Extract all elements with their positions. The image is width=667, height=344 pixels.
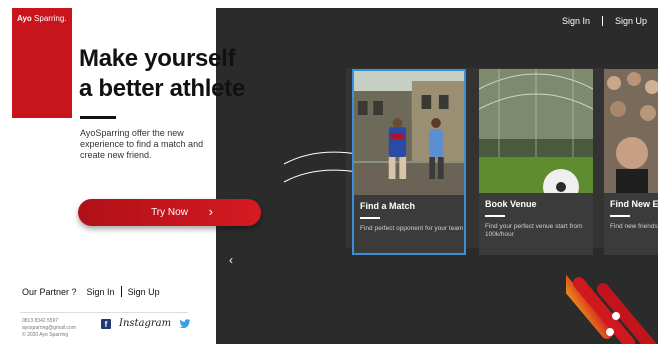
bottom-sign-up-link[interactable]: Sign Up bbox=[128, 287, 160, 297]
card-find-a-match[interactable]: Find a Match Find perfect opponent for y… bbox=[352, 69, 466, 255]
our-partner-link[interactable]: Our Partner ? bbox=[22, 287, 77, 297]
headline-line-1: Make yourself bbox=[79, 45, 236, 72]
headline-line-2: a better athlete bbox=[79, 75, 245, 102]
logo-text: Sparring. bbox=[31, 14, 67, 23]
card-find-new-experience[interactable]: Find New Ex Find new friends, and advent… bbox=[604, 69, 658, 255]
try-now-label: Try Now bbox=[151, 207, 188, 218]
card-book-venue[interactable]: Book Venue Find your perfect venue start… bbox=[479, 69, 593, 255]
find-match-photo bbox=[354, 71, 464, 195]
bottom-nav-separator bbox=[120, 286, 122, 297]
decorative-stripes bbox=[566, 268, 658, 344]
copyright: © 2020 Ayo Sparring bbox=[22, 332, 69, 338]
card-title-bar bbox=[485, 215, 505, 217]
find-new-experience-photo bbox=[604, 69, 658, 193]
chevron-left-icon[interactable]: ‹ bbox=[229, 253, 233, 267]
nav-separator bbox=[601, 16, 603, 26]
top-nav: Sign In Sign Up bbox=[562, 16, 647, 26]
card-title-bar bbox=[360, 217, 380, 219]
headline-divider bbox=[80, 116, 116, 119]
logo-block bbox=[12, 8, 72, 118]
try-now-button[interactable]: Try Now › bbox=[78, 199, 261, 226]
brand-logo[interactable]: Ayo Sparring. bbox=[17, 14, 67, 23]
instagram-icon[interactable]: Instagram bbox=[119, 318, 171, 329]
logo-bold: Ayo bbox=[17, 14, 32, 23]
card-text: Find your perfect venue start from 100k/… bbox=[485, 223, 583, 238]
facebook-icon[interactable]: f bbox=[101, 318, 111, 329]
card-text: Find perfect opponent for your team bbox=[360, 225, 464, 232]
landing-page: Sign In Sign Up Ayo Sparring. Make yours… bbox=[0, 0, 667, 344]
bottom-sign-in-link[interactable]: Sign In bbox=[87, 287, 115, 297]
sign-in-link[interactable]: Sign In bbox=[562, 16, 590, 26]
footer-divider bbox=[20, 312, 188, 313]
hero-description: AyoSparring offer the new experience to … bbox=[80, 128, 204, 160]
contact-email: ayosparring@gmail.com bbox=[22, 325, 76, 331]
card-text: Find new friends, and adventure bbox=[610, 223, 658, 230]
page-title: Make yourself a better athlete bbox=[79, 44, 245, 104]
card-title: Find a Match bbox=[360, 201, 416, 211]
card-title-bar bbox=[610, 215, 630, 217]
social-links: f Instagram bbox=[101, 318, 191, 329]
chevron-right-icon: › bbox=[208, 204, 213, 219]
contact-phone: 0813 8342 5597 bbox=[22, 318, 59, 324]
sign-up-link[interactable]: Sign Up bbox=[615, 16, 647, 26]
book-venue-photo bbox=[479, 69, 593, 193]
card-title: Book Venue bbox=[485, 199, 537, 209]
swoosh-lines bbox=[283, 151, 359, 183]
contact-info: 0813 8342 5597 ayosparring@gmail.com © 2… bbox=[22, 318, 76, 339]
twitter-icon[interactable] bbox=[179, 318, 191, 329]
bottom-nav: Our Partner ? Sign In Sign Up bbox=[22, 286, 160, 297]
card-title: Find New Ex bbox=[610, 199, 658, 209]
